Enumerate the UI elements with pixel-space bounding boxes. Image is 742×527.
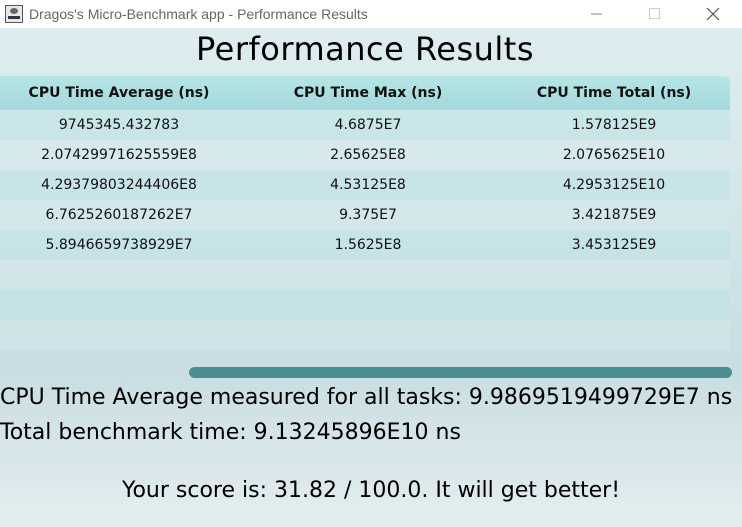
cell-avg: 9745345.432783 bbox=[58, 117, 180, 133]
table-row[interactable]: 2.07429971625559E8 2.65625E8 2.0765625E1… bbox=[0, 140, 730, 170]
column-header-avg[interactable]: CPU Time Average (ns) bbox=[0, 85, 238, 101]
table-row[interactable]: 4.29379803244406E8 4.53125E8 4.2953125E1… bbox=[0, 170, 730, 200]
cell-max: 2.65625E8 bbox=[330, 147, 406, 163]
column-header-total[interactable]: CPU Time Total (ns) bbox=[498, 85, 730, 101]
column-header-max[interactable]: CPU Time Max (ns) bbox=[238, 85, 498, 101]
title-bar: Dragos's Micro-Benchmark app - Performan… bbox=[0, 0, 742, 28]
cell-total: 2.0765625E10 bbox=[562, 147, 666, 163]
close-icon bbox=[706, 7, 720, 21]
cell-max: 1.5625E8 bbox=[334, 237, 402, 253]
table-row[interactable]: 6.7625260187262E7 9.375E7 3.421875E9 bbox=[0, 200, 730, 230]
cell-total: 3.421875E9 bbox=[571, 207, 657, 223]
cell-avg: 6.7625260187262E7 bbox=[45, 207, 193, 223]
close-button[interactable] bbox=[684, 0, 742, 28]
minimize-icon bbox=[591, 13, 602, 15]
table-row-empty bbox=[0, 290, 730, 320]
table-row[interactable]: 9745345.432783 4.6875E7 1.578125E9 bbox=[0, 110, 730, 140]
cell-total: 1.578125E9 bbox=[571, 117, 657, 133]
total-time-summary: Total benchmark time: 9.13245896E10 ns bbox=[0, 420, 461, 445]
cell-total: 3.453125E9 bbox=[571, 237, 657, 253]
table-row-empty bbox=[0, 320, 730, 350]
window-controls bbox=[568, 0, 742, 28]
cell-max: 4.53125E8 bbox=[330, 177, 406, 193]
cell-max: 9.375E7 bbox=[339, 207, 397, 223]
cell-avg: 5.8946659738929E7 bbox=[45, 237, 193, 253]
window-title: Dragos's Micro-Benchmark app - Performan… bbox=[29, 6, 368, 22]
app-logo-icon bbox=[5, 5, 23, 23]
table-header: CPU Time Average (ns) CPU Time Max (ns) … bbox=[0, 76, 730, 110]
table-row[interactable]: 5.8946659738929E7 1.5625E8 3.453125E9 bbox=[0, 230, 730, 260]
cell-avg: 2.07429971625559E8 bbox=[41, 147, 197, 163]
page-title: Performance Results bbox=[196, 30, 534, 68]
cell-max: 4.6875E7 bbox=[334, 117, 402, 133]
score-message: Your score is: 31.82 / 100.0. It will ge… bbox=[121, 478, 621, 503]
maximize-button[interactable] bbox=[626, 0, 684, 28]
minimize-button[interactable] bbox=[568, 0, 626, 28]
average-summary: CPU Time Average measured for all tasks:… bbox=[0, 385, 733, 410]
results-table: CPU Time Average (ns) CPU Time Max (ns) … bbox=[0, 76, 730, 350]
horizontal-scrollbar[interactable] bbox=[189, 367, 732, 378]
cell-total: 4.2953125E10 bbox=[562, 177, 666, 193]
cell-avg: 4.29379803244406E8 bbox=[41, 177, 197, 193]
table-row-empty bbox=[0, 260, 730, 290]
maximize-icon bbox=[649, 8, 660, 19]
